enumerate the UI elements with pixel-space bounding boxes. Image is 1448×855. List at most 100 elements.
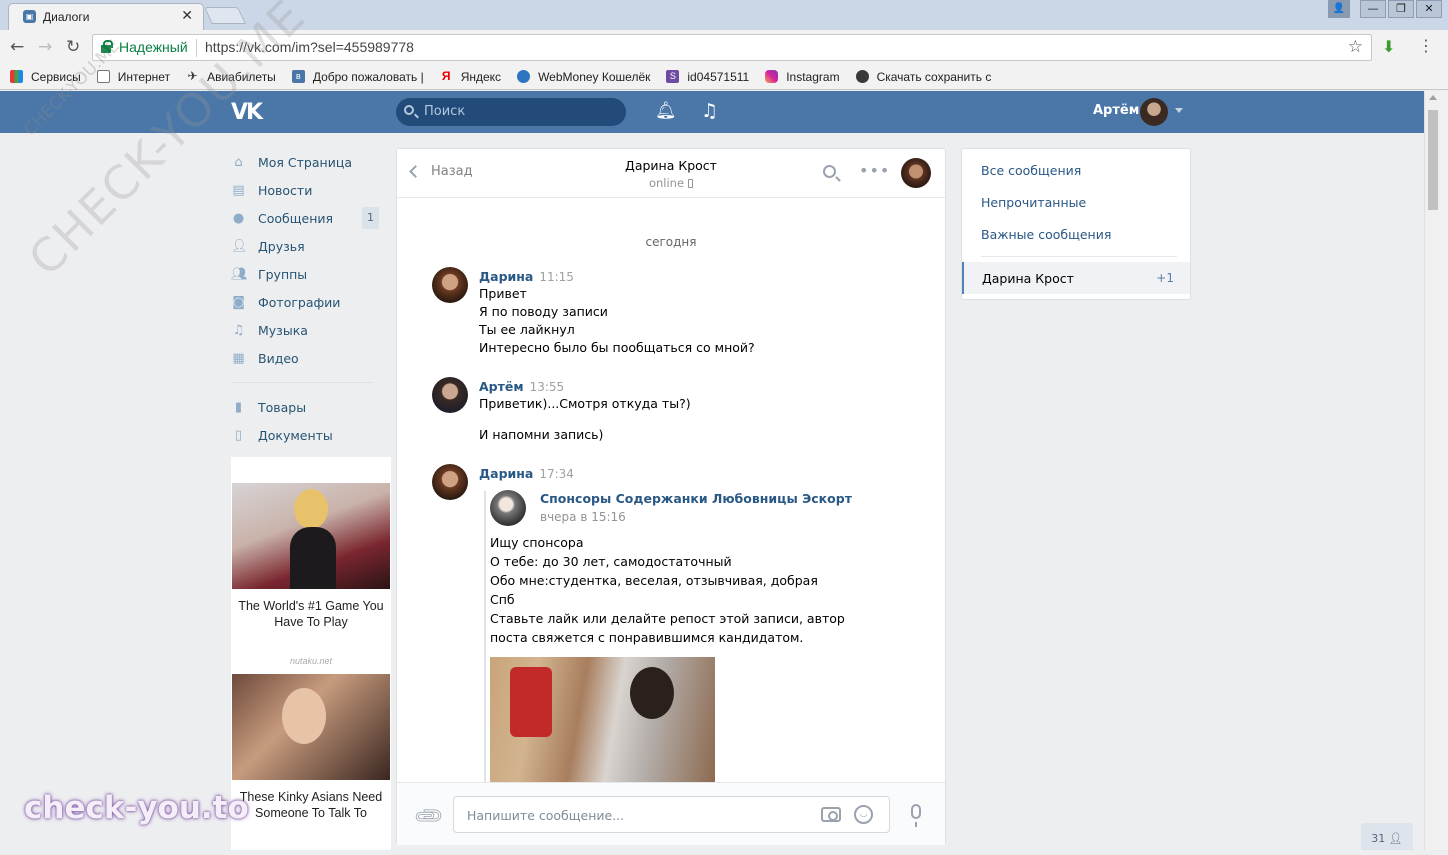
instagram-icon xyxy=(765,70,779,83)
more-options-icon[interactable]: ••• xyxy=(859,161,890,180)
bookmark-yandex[interactable]: Я Яндекс xyxy=(440,70,501,84)
repost-group-name[interactable]: Спонсоры Содержанки Любовницы Эскорт xyxy=(540,491,852,506)
sidebar-item-music[interactable]: ♫ Музыка xyxy=(231,316,391,344)
bookmark-label: id04571511 xyxy=(687,69,750,84)
peer-avatar[interactable] xyxy=(901,158,931,188)
bookmark-instagram[interactable]: Instagram xyxy=(765,69,840,84)
attach-paperclip-icon[interactable]: 📎︎ xyxy=(411,799,446,834)
ad-text-asians[interactable]: These Kinky Asians Need Someone To Talk … xyxy=(231,789,391,821)
ad-text-game[interactable]: The World's #1 Game You Have To Play xyxy=(231,598,391,630)
author-name[interactable]: Дарина xyxy=(479,269,533,284)
vk-favicon-icon: ▣ xyxy=(23,10,36,23)
top-user-name[interactable]: Артём xyxy=(1093,103,1139,118)
author-name[interactable]: Дарина xyxy=(479,466,533,481)
person-icon: 👤︎ xyxy=(1388,832,1403,845)
filter-important[interactable]: Важные сообщения xyxy=(981,227,1111,242)
s-icon: S xyxy=(666,70,680,83)
active-dialog-item[interactable]: Дарина Крост +1 xyxy=(962,262,1190,294)
sidebar-item-goods[interactable]: ▮ Товары xyxy=(231,393,391,421)
vk-search-input[interactable]: Поиск xyxy=(396,98,626,126)
download-extension-icon[interactable]: ⬇ xyxy=(1382,37,1395,56)
notifications-bell-icon[interactable]: 🔔︎ xyxy=(655,101,677,121)
message-author-avatar[interactable] xyxy=(432,267,468,303)
message-text: Интересно было бы пообщаться со мной? xyxy=(479,340,755,355)
sidebar-item-my-page[interactable]: ⌂ Моя Страница xyxy=(231,148,391,176)
tab-title: Диалоги xyxy=(43,10,90,24)
message-author[interactable]: Дарина 17:34 xyxy=(479,466,574,481)
sidebar-item-documents[interactable]: ▯ Документы xyxy=(231,421,391,449)
message-time: 13:55 xyxy=(529,380,565,394)
back-arrow-icon[interactable]: ← xyxy=(10,37,24,57)
repost-group-avatar[interactable] xyxy=(490,490,526,526)
scroll-thumb[interactable] xyxy=(1428,110,1438,210)
reload-icon[interactable]: ↻ xyxy=(66,37,80,57)
emoji-smile-icon[interactable]: ◡ xyxy=(854,805,873,824)
bookmark-star-icon[interactable]: ☆ xyxy=(1348,37,1363,57)
filter-all-messages[interactable]: Все сообщения xyxy=(981,163,1081,178)
chevron-down-icon[interactable] xyxy=(1175,108,1183,113)
message-author[interactable]: Артём 13:55 xyxy=(479,379,564,394)
repost-text: Обо мне:студентка, веселая, отзывчивая, … xyxy=(490,573,818,588)
message-author[interactable]: Дарина 11:15 xyxy=(479,269,574,284)
minimize-button[interactable]: — xyxy=(1360,0,1386,18)
repost-date[interactable]: вчера в 15:16 xyxy=(540,510,626,524)
message-text: И напомни запись) xyxy=(479,427,604,442)
sidebar-item-news[interactable]: ▤ Новости xyxy=(231,176,391,204)
bookmark-vk[interactable]: в Добро пожаловать | xyxy=(291,70,424,84)
sidebar-item-label: Документы xyxy=(258,427,333,443)
search-icon[interactable] xyxy=(823,165,836,178)
chat-history[interactable]: сегодня Дарина 11:15 Привет Я по поводу з… xyxy=(397,199,945,782)
bookmark-label: Яндекс xyxy=(460,69,502,84)
ad-image-game[interactable] xyxy=(232,483,390,589)
sidebar-item-video[interactable]: ▦ Видео xyxy=(231,344,391,372)
bookmark-label: Instagram xyxy=(786,69,840,84)
top-user-avatar[interactable] xyxy=(1140,98,1168,126)
url-separator xyxy=(196,39,197,57)
sidebar-item-label: Музыка xyxy=(258,322,308,338)
sidebar-item-messages[interactable]: ● Сообщения 1 xyxy=(231,204,391,232)
bookmark-webmoney[interactable]: WebMoney Кошелёк xyxy=(517,70,650,84)
online-count: 31 xyxy=(1371,832,1386,845)
secure-label: Надежный xyxy=(119,39,188,55)
message-text: Ты ее лайкнул xyxy=(479,322,575,337)
news-icon: ▤ xyxy=(232,182,245,198)
music-player-icon[interactable]: ♫ xyxy=(701,100,718,122)
message-author-avatar[interactable] xyxy=(432,464,468,500)
repost-photo[interactable] xyxy=(490,657,715,782)
browser-menu-icon[interactable]: ⋮ xyxy=(1418,36,1434,55)
forward-arrow-icon[interactable]: → xyxy=(38,37,52,57)
maximize-button[interactable]: ❐ xyxy=(1388,0,1414,18)
close-window-button[interactable]: ✕ xyxy=(1416,0,1442,18)
window-edge xyxy=(1440,91,1448,850)
sidebar-item-groups[interactable]: 👥︎ Группы xyxy=(231,260,391,288)
bookmark-internet[interactable]: Интернет xyxy=(96,70,170,84)
repost-text: Ставьте лайк или делайте репост этой зап… xyxy=(490,611,845,626)
close-tab-icon[interactable]: ✕ xyxy=(181,8,193,24)
scroll-up-arrow-icon[interactable] xyxy=(1429,95,1437,100)
camera-icon[interactable] xyxy=(821,807,841,822)
bookmark-id[interactable]: Sid04571511 xyxy=(666,70,749,84)
online-friends-badge[interactable]: 31 👤︎ xyxy=(1361,823,1413,850)
sidebar-item-label: Группы xyxy=(258,266,308,282)
page-scrollbar[interactable] xyxy=(1424,91,1440,850)
sidebar-item-photos[interactable]: ◙ Фотографии xyxy=(231,288,391,316)
ads-block: The World's #1 Game You Have To Play nut… xyxy=(231,457,391,850)
sidebar-item-label: Товары xyxy=(258,399,307,415)
sidebar-item-friends[interactable]: 👤︎ Друзья xyxy=(231,232,391,260)
repost-text: поста свяжется с понравившимся кандидато… xyxy=(490,630,804,645)
bookmark-download[interactable]: Скачать сохранить с xyxy=(855,70,991,84)
ad-image-asians[interactable] xyxy=(232,674,390,780)
microphone-icon[interactable] xyxy=(911,804,921,827)
watermark-bottom: check-you.to xyxy=(24,790,249,826)
browser-tab[interactable]: ▣ Диалоги ✕ xyxy=(8,3,204,30)
message-author-avatar[interactable] xyxy=(432,377,468,413)
message-time: 17:34 xyxy=(539,467,574,481)
panel-divider xyxy=(981,256,1177,257)
music-icon: ♫ xyxy=(232,322,245,338)
chat-composer: 📎︎ Напишите сообщение... ◡ xyxy=(397,782,945,845)
filter-unread[interactable]: Непрочитанные xyxy=(981,195,1086,210)
dialogs-filter-panel: Все сообщения Непрочитанные Важные сообщ… xyxy=(961,148,1191,300)
user-profile-icon[interactable]: 👤 xyxy=(1328,0,1350,18)
new-tab-button[interactable] xyxy=(204,7,246,24)
author-name[interactable]: Артём xyxy=(479,379,524,394)
